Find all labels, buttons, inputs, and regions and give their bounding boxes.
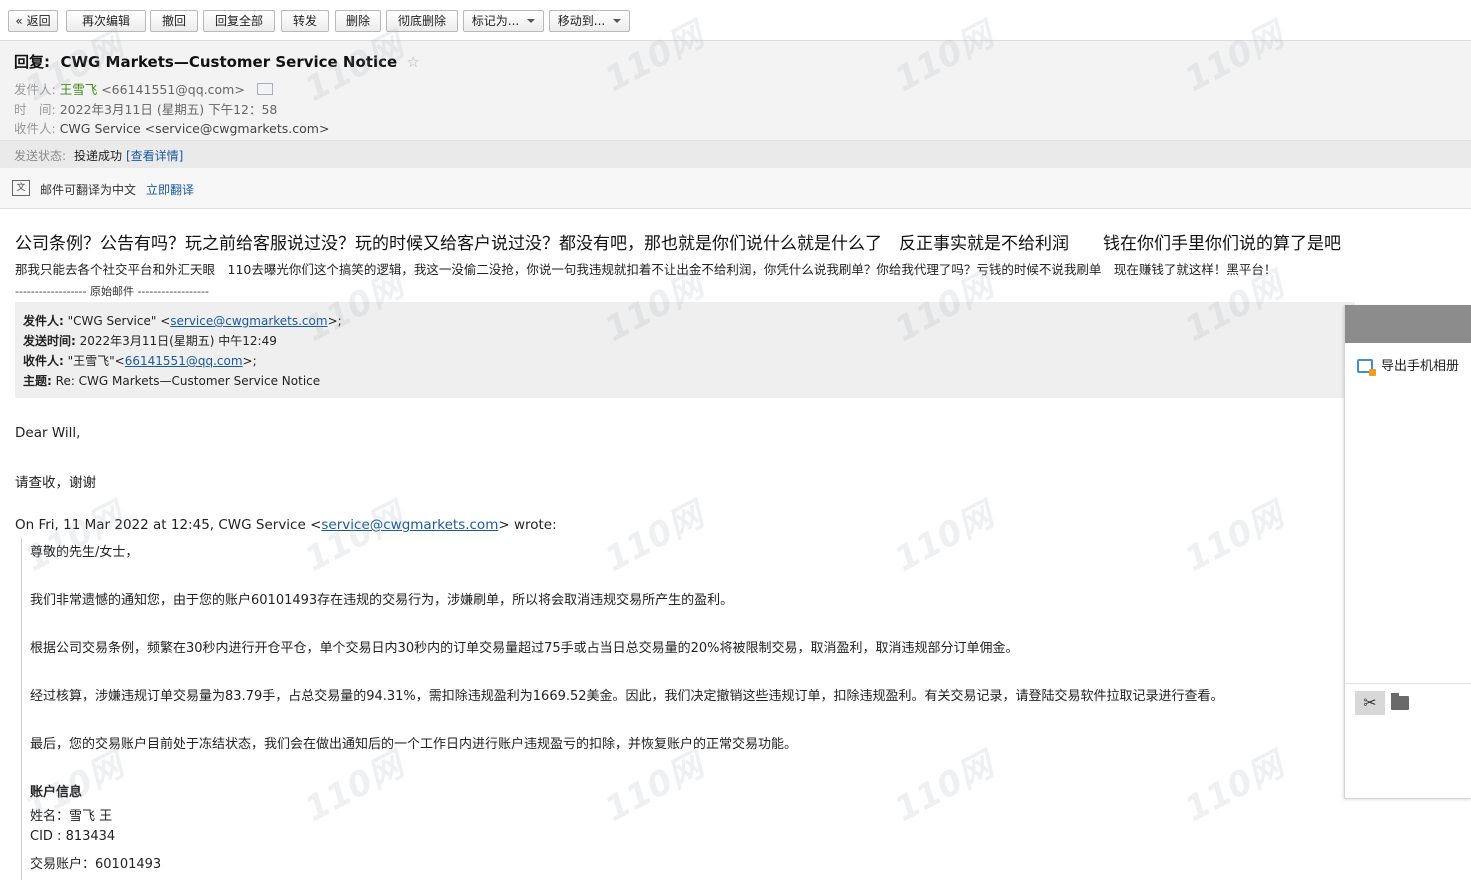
sender-label: 发件人: bbox=[14, 82, 56, 97]
watermark: 110网 bbox=[1178, 495, 1290, 580]
wrote-line: On Fri, 11 Mar 2022 at 12:45, CWG Servic… bbox=[15, 517, 557, 533]
greeting: Dear Will, bbox=[15, 425, 81, 441]
watermark: 110网 bbox=[888, 745, 1000, 830]
album-icon bbox=[1357, 359, 1376, 376]
side-popup: 导出手机相册 ✂ bbox=[1344, 305, 1471, 799]
quote-from-end: >; bbox=[327, 314, 342, 328]
popup-header bbox=[1345, 305, 1471, 343]
watermark: 110网 bbox=[298, 495, 410, 580]
export-album-label: 导出手机相册 bbox=[1381, 359, 1460, 374]
account-cid: CID : 813434 bbox=[30, 829, 116, 844]
move-to-dropdown[interactable]: 移动到... bbox=[549, 10, 630, 32]
watermark: 110网 bbox=[298, 745, 410, 830]
original-mail-separator: ------------------ 原始邮件 ----------------… bbox=[15, 285, 209, 298]
wrote-suffix: > wrote: bbox=[498, 517, 557, 533]
salutation: 尊敬的先生/女士， bbox=[30, 545, 139, 560]
send-status-bar: 发送状态: 投递成功 [查看详情] bbox=[0, 140, 1471, 169]
quote-time-value: 2022年3月11日(星期五) 中午12:49 bbox=[79, 334, 277, 348]
chevron-down-icon bbox=[527, 19, 536, 23]
chevron-down-icon bbox=[613, 19, 622, 23]
quote-to-row: 收件人: "王雪飞"<66141551@qq.com>; bbox=[23, 352, 257, 369]
recipient-value: CWG Service <service@cwgmarkets.com> bbox=[59, 121, 330, 136]
please-check-text: 请查收，谢谢 bbox=[15, 475, 96, 491]
watermark: 110网 bbox=[18, 495, 130, 580]
send-status-label: 发送状态: bbox=[14, 149, 67, 163]
export-album-button[interactable]: 导出手机相册 bbox=[1357, 355, 1460, 376]
translate-now-link[interactable]: 立即翻译 bbox=[146, 181, 194, 198]
move-to-label: 移动到... bbox=[557, 14, 606, 28]
mail-subject: 回复: CWG Markets—Customer Service Notice … bbox=[14, 51, 420, 72]
delete-button[interactable]: 删除 bbox=[335, 10, 381, 32]
sender-row: 发件人: 王雪飞 <66141551@qq.com> bbox=[14, 79, 273, 98]
recall-button[interactable]: 撤回 bbox=[150, 10, 198, 32]
quote-to-email-link[interactable]: 66141551@qq.com bbox=[125, 354, 243, 368]
send-status-value: 投递成功 bbox=[74, 149, 123, 163]
watermark: 110网 bbox=[888, 495, 1000, 580]
quote-time-label: 发送时间: bbox=[23, 334, 76, 348]
quote-subject-row: 主题: Re: CWG Markets—Customer Service Not… bbox=[23, 372, 320, 389]
watermark: 110网 bbox=[1178, 745, 1290, 830]
recipient-row: 收件人: CWG Service <service@cwgmarkets.com… bbox=[14, 118, 329, 137]
folder-icon[interactable] bbox=[1391, 693, 1409, 710]
popup-tools: ✂ bbox=[1345, 683, 1471, 724]
reply-line-2: 那我只能去各个社交平台和外汇天眼 110去曝光你们这个搞笑的逻辑，我这一没偷二没… bbox=[15, 262, 1277, 277]
subject-text: CWG Markets—Customer Service Notice bbox=[60, 53, 398, 71]
trading-account: 交易账户：60101493 bbox=[30, 857, 162, 872]
quote-to-end: >; bbox=[242, 354, 257, 368]
edit-again-button[interactable]: 再次编辑 bbox=[66, 10, 146, 32]
reply-line-1: 公司条例？公告有吗？玩之前给客服说过没？玩的时候又给客户说过没？都没有吧，那也就… bbox=[15, 234, 1341, 254]
toolbar: « 返回 再次编辑 撤回 回复全部 转发 删除 彻底删除 标记为... 移动到.… bbox=[0, 0, 1471, 41]
quote-from-row: 发件人: "CWG Service" <service@cwgmarkets.c… bbox=[23, 312, 342, 329]
translate-bar: 文 邮件可翻译为中文 立即翻译 bbox=[0, 168, 1471, 209]
watermark: 110网 bbox=[598, 745, 710, 830]
quote-time-row: 发送时间: 2022年3月11日(星期五) 中午12:49 bbox=[23, 332, 277, 349]
forward-button[interactable]: 转发 bbox=[281, 10, 329, 32]
wrote-prefix: On Fri, 11 Mar 2022 at 12:45, CWG Servic… bbox=[15, 517, 322, 533]
account-info-title: 账户信息 bbox=[30, 785, 83, 800]
paragraph-3: 经过核算，涉嫌违规订单交易量为83.79手，占总交易量的94.31%，需扣除违规… bbox=[30, 689, 1224, 704]
time-row: 时 间: 2022年3月11日 (星期五) 下午12：58 bbox=[14, 99, 277, 118]
view-details-link[interactable]: [查看详情] bbox=[126, 147, 183, 164]
quote-to-label: 收件人: bbox=[23, 354, 64, 368]
wrote-email-link[interactable]: service@cwgmarkets.com bbox=[321, 517, 498, 533]
paragraph-2: 根据公司交易条例，频繁在30秒内进行开仓平仓，单个交易日内30秒内的订单交易量超… bbox=[30, 641, 1019, 656]
recipient-label: 收件人: bbox=[14, 121, 56, 136]
scissors-icon[interactable]: ✂ bbox=[1355, 691, 1385, 715]
paragraph-4: 最后，您的交易账户目前处于冻结状态，我们会在做出通知后的一个工作日内进行账户违规… bbox=[30, 737, 798, 752]
quote-from-name: "CWG Service" < bbox=[67, 314, 171, 328]
time-label: 时 间: bbox=[14, 102, 56, 117]
star-icon[interactable]: ☆ bbox=[406, 53, 419, 71]
time-value: 2022年3月11日 (星期五) 下午12：58 bbox=[59, 102, 278, 117]
quote-subject-value: Re: CWG Markets—Customer Service Notice bbox=[55, 374, 321, 388]
mark-as-dropdown[interactable]: 标记为... bbox=[463, 10, 544, 32]
quote-from-email-link[interactable]: service@cwgmarkets.com bbox=[170, 314, 327, 328]
sender-email: <66141551@qq.com> bbox=[101, 82, 245, 97]
quote-to-name: "王雪飞"< bbox=[67, 354, 125, 368]
paragraph-1: 我们非常遗憾的通知您，由于您的账户60101493存在违规的交易行为，涉嫌刷单，… bbox=[30, 593, 734, 608]
sender-name[interactable]: 王雪飞 bbox=[60, 82, 98, 97]
reply-all-button[interactable]: 回复全部 bbox=[203, 10, 275, 32]
translate-icon: 文 bbox=[12, 180, 30, 196]
watermark: 110网 bbox=[598, 495, 710, 580]
quote-bar bbox=[21, 538, 22, 880]
quote-subject-label: 主题: bbox=[23, 374, 52, 388]
reply-prefix: 回复: bbox=[14, 53, 50, 71]
delete-permanent-button[interactable]: 彻底删除 bbox=[386, 10, 458, 32]
back-button[interactable]: « 返回 bbox=[8, 10, 58, 32]
translate-text: 邮件可翻译为中文 bbox=[40, 183, 137, 197]
contact-card-icon[interactable] bbox=[256, 83, 273, 95]
quote-from-label: 发件人: bbox=[23, 314, 64, 328]
account-name: 姓名：雪飞 王 bbox=[30, 809, 113, 824]
mark-as-label: 标记为... bbox=[471, 14, 520, 28]
original-mail-header: 发件人: "CWG Service" <service@cwgmarkets.c… bbox=[15, 302, 1355, 398]
